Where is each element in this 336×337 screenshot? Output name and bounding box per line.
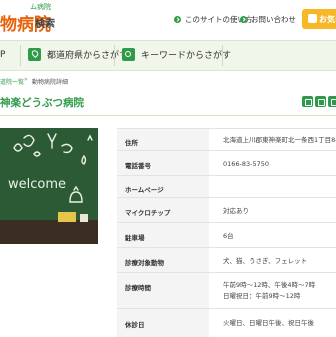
info-label: 住所 <box>125 139 138 147</box>
breadcrumb-current: 動物病院詳細 <box>32 79 69 86</box>
info-row-phone: 電話番号 0166-83-5750 <box>117 150 336 176</box>
breadcrumb-separator: » <box>24 76 28 83</box>
chalkboard-drawing: welcome <box>8 133 93 203</box>
info-label: ホームページ <box>125 186 164 194</box>
nav-prefecture-label: 都道府県からさがす <box>47 51 129 61</box>
white-block <box>80 214 88 222</box>
search-icon <box>122 48 135 61</box>
arrow-circle-icon <box>174 16 181 23</box>
info-label: 電話番号 <box>125 162 151 170</box>
info-row-microchip: マイクロチップ 対応あり <box>117 197 336 223</box>
info-label: 診療時間 <box>125 284 151 292</box>
info-label: マイクロチップ <box>125 209 171 217</box>
info-row-animals: 診療対象動物 犬、猫、うさぎ、フェレット <box>117 247 336 273</box>
nav-top-link[interactable]: P <box>0 50 5 60</box>
welcome-text: welcome <box>8 177 66 192</box>
breadcrumb-hospital-list[interactable]: 道院一覧 <box>0 77 24 86</box>
map-pin-icon <box>28 48 41 61</box>
info-row-parking: 駐車場 6台 <box>117 222 336 248</box>
phone-icon[interactable] <box>302 96 313 107</box>
nav-keyword-label: キーワードからさがす <box>141 51 232 61</box>
closed-value: 火曜日、日曜日午後、祝日午後 <box>223 319 314 327</box>
main-nav: P 都道府県からさがす キーワードからさがす <box>0 40 336 71</box>
map-icon[interactable] <box>328 96 336 107</box>
nav-divider <box>114 45 115 66</box>
share-icon[interactable] <box>315 96 326 107</box>
hours-value-line2: 日曜祝日：午前9時〜12時 <box>223 292 301 300</box>
info-label: 診療対象動物 <box>125 259 164 267</box>
address-value: 北海道上川郡東神楽町北一条西1丁目8-6 <box>223 136 336 144</box>
info-row-address: 住所 北海道上川郡東神楽町北一条西1丁目8-6 <box>117 128 336 151</box>
animals-value: 犬、猫、うさぎ、フェレット <box>223 257 308 265</box>
info-row-hours: 診療時間 午前9時〜12時、午後4時〜7時 日曜祝日：午前9時〜12時 <box>117 272 336 309</box>
title-divider <box>0 115 336 116</box>
hours-value-line1: 午前9時〜12時、午後4時〜7時 <box>223 281 316 289</box>
arrow-circle-icon <box>240 16 247 23</box>
nav-prefecture-search[interactable]: 都道府県からさがす <box>28 48 128 61</box>
info-label: 駐車場 <box>125 234 145 242</box>
contact-label: お問い合わせ <box>251 15 296 24</box>
info-label: 休診日 <box>125 321 145 329</box>
nav-divider <box>20 45 21 66</box>
hospital-photo: welcome <box>0 128 98 244</box>
title-bar: 神楽どうぶつ病院 <box>0 92 336 112</box>
site-header: ム病院 物病院 検索 このサイトの使い方 お問い合わせ お気に <box>0 0 336 36</box>
microchip-value: 対応あり <box>223 207 249 215</box>
contact-link[interactable]: お問い合わせ <box>240 14 296 25</box>
info-row-closed: 休診日 火曜日、日曜日午後、祝日午後 <box>117 308 336 337</box>
nav-keyword-search[interactable]: キーワードからさがす <box>122 48 231 61</box>
favorites-button[interactable]: お気に <box>302 9 336 29</box>
desk <box>0 212 98 244</box>
info-row-homepage: ホームページ <box>117 175 336 198</box>
page-title: 神楽どうぶつ病院 <box>0 97 84 109</box>
phone-value[interactable]: 0166-83-5750 <box>223 159 269 169</box>
favorite-icon <box>308 14 317 23</box>
favorites-label: お気に <box>319 15 336 24</box>
logo-suffix: 検索 <box>35 19 55 30</box>
chalkboard: welcome <box>0 128 98 220</box>
yellow-block <box>58 212 76 222</box>
nav-divider <box>222 45 223 66</box>
parking-value: 6台 <box>223 232 234 240</box>
